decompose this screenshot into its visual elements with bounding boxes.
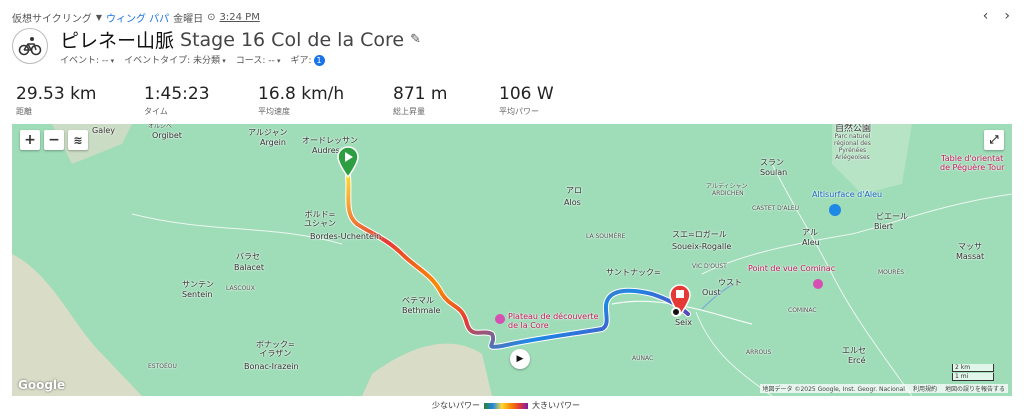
place-massat-jp: マッサ xyxy=(958,242,982,251)
place-bethmale-jp: ベテマル xyxy=(402,296,434,305)
place-alos-jp: アロ xyxy=(566,186,582,195)
place-soueix: Soueix-Rogalle xyxy=(672,242,732,251)
place-table-orientation: Table d'orientat de Péguère Tour xyxy=(940,154,1005,173)
place-audressein-jp: オードレッサン xyxy=(302,136,358,145)
map-attribution: 地図データ ©2025 Google, Inst. Geogr. Naciona… xyxy=(759,384,1008,393)
route-map[interactable]: + − ≋ ⤢ Galey オルジベ Orgibet アルジャン Argein … xyxy=(12,124,1012,396)
start-marker-icon[interactable] xyxy=(336,146,360,182)
place-moures: MOURÈS xyxy=(878,269,905,276)
place-argein-jp: アルジャン xyxy=(248,128,288,137)
gear-select[interactable]: ギア: 1 xyxy=(291,53,325,66)
place-arrous: ARROUS xyxy=(746,349,772,356)
place-oust: Oust xyxy=(702,288,721,297)
place-orgibet: Orgibet xyxy=(152,131,182,140)
google-logo: Google xyxy=(18,378,66,392)
stat-distance: 29.53 km 距離 xyxy=(16,84,97,116)
stats-summary: 29.53 km 距離 1:45:23 タイム 16.8 km/h 平均速度 871 … xyxy=(16,84,599,117)
report-error-link[interactable]: 地図の誤りを報告する xyxy=(945,384,1005,393)
place-erce-jp: エルセ xyxy=(842,346,866,355)
place-aunac: AUNAC xyxy=(632,355,654,362)
place-biert-jp: ビエール xyxy=(876,212,908,221)
next-activity-icon[interactable]: › xyxy=(1004,8,1010,24)
zoom-in-button[interactable]: + xyxy=(20,130,40,150)
fullscreen-icon[interactable]: ⤢ xyxy=(984,130,1004,150)
stat-time: 1:45:23 タイム xyxy=(144,84,210,116)
place-ercelanne: サントナック= xyxy=(606,268,661,277)
place-soulan: Soulan xyxy=(760,168,788,177)
place-sentein-jp: サンテン xyxy=(182,280,214,289)
activity-navigation: ‹ › xyxy=(983,8,1010,24)
chevron-down-icon[interactable]: ▼ xyxy=(96,13,102,22)
place-altisurface: Altisurface d'Aleu xyxy=(812,190,883,199)
stat-avg-speed: 16.8 km/h 平均速度 xyxy=(258,84,345,116)
terms-link[interactable]: 利用規約 xyxy=(913,384,937,393)
place-argein: Argein xyxy=(260,138,286,147)
activity-type-label[interactable]: 仮想サイクリング xyxy=(12,10,92,25)
cycling-activity-icon xyxy=(12,28,48,64)
place-erce: Ercé xyxy=(848,356,866,365)
place-galey: Galey xyxy=(92,126,115,135)
place-bordes-jp: ボルド= ユシャン xyxy=(304,210,336,229)
power-gradient-bar xyxy=(484,402,528,409)
page-title: ピレネー山脈 Stage 16 Col de la Core ✎ xyxy=(60,26,421,53)
legend-low-label: 少ないパワー xyxy=(432,401,480,410)
gear-count-badge: 1 xyxy=(313,55,325,66)
place-castet: CASTET D'ALEU xyxy=(752,205,800,212)
place-soueix-jp: スエ=ロガール xyxy=(672,230,727,239)
place-natpark-sub: Parc naturel régional des Pyrénées Ariég… xyxy=(834,133,871,161)
place-cominac-viewpoint: Point de vue Cominac xyxy=(748,264,836,273)
previous-activity-icon[interactable]: ‹ xyxy=(983,8,989,24)
place-massat: Massat xyxy=(956,252,985,261)
breadcrumb: 仮想サイクリング ▼ ウィング パパ 金曜日 ⊙ 3:24 PM xyxy=(12,10,260,25)
activity-day: 金曜日 xyxy=(173,14,204,25)
place-vic: VIC D'OUST xyxy=(692,263,727,270)
pencil-icon[interactable]: ✎ xyxy=(410,32,421,47)
event-select[interactable]: イベント: -- ▾ xyxy=(60,53,114,66)
power-legend: 少ないパワー 大きいパワー xyxy=(432,400,580,411)
play-route-button[interactable]: ▶ xyxy=(510,349,530,369)
place-estoeou: ESTOÉOU xyxy=(148,363,177,370)
layers-icon[interactable]: ≋ xyxy=(68,130,88,150)
place-bonac: Bonac-Irazein xyxy=(244,362,299,371)
clock-icon: ⊙ xyxy=(207,12,216,23)
place-sentein: Sentein xyxy=(182,290,213,299)
place-orgibet-jp: オルジベ xyxy=(148,124,173,130)
place-biert: Biert xyxy=(874,222,894,231)
activity-time[interactable]: 3:24 PM xyxy=(220,12,260,23)
place-soumere: LA SOUMÈRE xyxy=(586,233,626,240)
activity-title: ピレネー山脈 xyxy=(60,30,175,52)
stat-avg-power: 106 W 平均パワー xyxy=(499,84,554,116)
place-oust-jp: ウスト xyxy=(718,278,742,287)
place-bonac-jp: ボナック= イラザン xyxy=(256,340,295,359)
place-aleu-jp: アル xyxy=(802,228,818,237)
activity-subtitle: Stage 16 Col de la Core xyxy=(180,28,405,51)
place-bethmale: Bethmale xyxy=(402,306,441,315)
place-plateau-core: Plateau de découverte de la Core xyxy=(508,312,599,331)
attribution-text: 地図データ ©2025 Google, Inst. Geogr. Naciona… xyxy=(762,386,905,393)
map-scale: 2 km 1 mi xyxy=(952,364,994,382)
place-cominac: COMINAC xyxy=(788,307,817,314)
place-balacet: Balacet xyxy=(234,263,264,272)
zoom-out-button[interactable]: − xyxy=(44,130,64,150)
place-balacet-jp: バラセ xyxy=(236,252,260,261)
activity-meta: イベント: -- ▾ イベントタイプ: 未分類 ▾ コース: -- ▾ ギア: 1 xyxy=(60,53,325,66)
stat-elevation-gain: 871 m 総上昇量 xyxy=(393,84,448,116)
place-alos: Alos xyxy=(564,198,581,207)
place-soulan-jp: スラン xyxy=(760,158,784,167)
place-bordes: Bordes-Uchentein xyxy=(310,232,382,241)
user-link[interactable]: ウィング パパ xyxy=(106,10,169,25)
legend-high-label: 大きいパワー xyxy=(532,401,580,410)
place-ardichen: ARDICHEN xyxy=(712,190,744,197)
event-type-select[interactable]: イベントタイプ: 未分類 ▾ xyxy=(124,53,226,66)
course-select[interactable]: コース: -- ▾ xyxy=(236,53,281,66)
place-aleu: Aleu xyxy=(802,238,820,247)
finish-point-icon xyxy=(671,307,681,317)
place-lascoux: LASCOUX xyxy=(226,285,255,292)
